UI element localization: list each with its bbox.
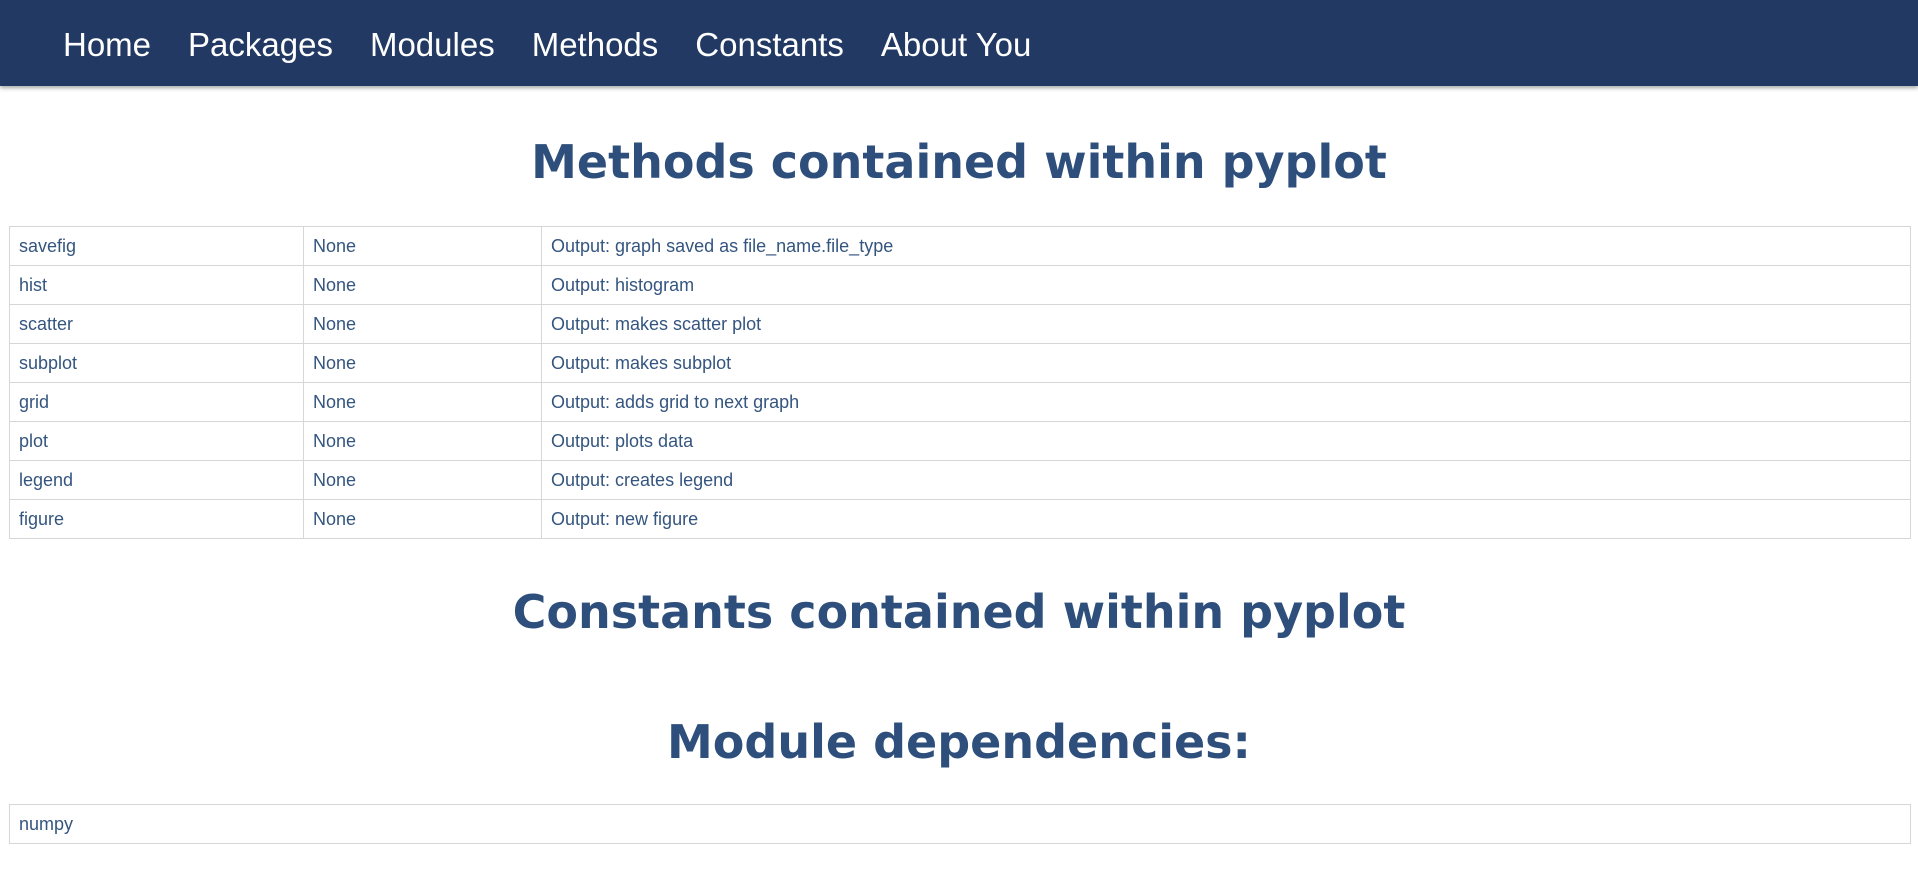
- methods-heading: Methods contained within pyplot: [531, 135, 1387, 189]
- method-output-cell: Output: adds grid to next graph: [541, 382, 1911, 422]
- method-params-cell: None: [303, 421, 542, 461]
- table-row: hist None Output: histogram: [9, 265, 1911, 305]
- method-params-cell: None: [303, 382, 542, 422]
- method-params-cell: None: [303, 499, 542, 539]
- method-name-cell: figure: [9, 499, 304, 539]
- table-row: figure None Output: new figure: [9, 499, 1911, 539]
- method-output-cell: Output: makes subplot: [541, 343, 1911, 383]
- method-params-cell: None: [303, 460, 542, 500]
- method-name-cell: savefig: [9, 226, 304, 266]
- nav-link-methods[interactable]: Methods: [532, 26, 659, 61]
- method-output-cell: Output: makes scatter plot: [541, 304, 1911, 344]
- methods-table: savefig None Output: graph saved as file…: [9, 226, 1911, 539]
- method-output-cell: Output: histogram: [541, 265, 1911, 305]
- table-row: legend None Output: creates legend: [9, 460, 1911, 500]
- method-output-cell: Output: new figure: [541, 499, 1911, 539]
- table-row: plot None Output: plots data: [9, 421, 1911, 461]
- nav-link-about-you[interactable]: About You: [881, 26, 1032, 61]
- method-params-cell: None: [303, 343, 542, 383]
- dependencies-heading: Module dependencies:: [667, 715, 1251, 769]
- table-row: scatter None Output: makes scatter plot: [9, 304, 1911, 344]
- method-name-cell: scatter: [9, 304, 304, 344]
- method-params-cell: None: [303, 304, 542, 344]
- dependency-name-cell: numpy: [9, 804, 1911, 844]
- table-row: savefig None Output: graph saved as file…: [9, 226, 1911, 266]
- method-output-cell: Output: plots data: [541, 421, 1911, 461]
- table-row: numpy: [9, 804, 1911, 844]
- method-output-cell: Output: graph saved as file_name.file_ty…: [541, 226, 1911, 266]
- method-output-cell: Output: creates legend: [541, 460, 1911, 500]
- method-name-cell: grid: [9, 382, 304, 422]
- nav-link-packages[interactable]: Packages: [188, 26, 333, 61]
- constants-heading: Constants contained within pyplot: [512, 585, 1406, 639]
- table-row: grid None Output: adds grid to next grap…: [9, 382, 1911, 422]
- nav-link-constants[interactable]: Constants: [695, 26, 844, 61]
- nav-link-home[interactable]: Home: [63, 26, 151, 61]
- table-row: subplot None Output: makes subplot: [9, 343, 1911, 383]
- method-name-cell: plot: [9, 421, 304, 461]
- method-name-cell: legend: [9, 460, 304, 500]
- nav-link-modules[interactable]: Modules: [370, 26, 495, 61]
- top-navbar: Home Packages Modules Methods Constants …: [0, 0, 1918, 86]
- method-params-cell: None: [303, 265, 542, 305]
- method-name-cell: subplot: [9, 343, 304, 383]
- method-params-cell: None: [303, 226, 542, 266]
- method-name-cell: hist: [9, 265, 304, 305]
- dependencies-table: numpy: [9, 804, 1911, 844]
